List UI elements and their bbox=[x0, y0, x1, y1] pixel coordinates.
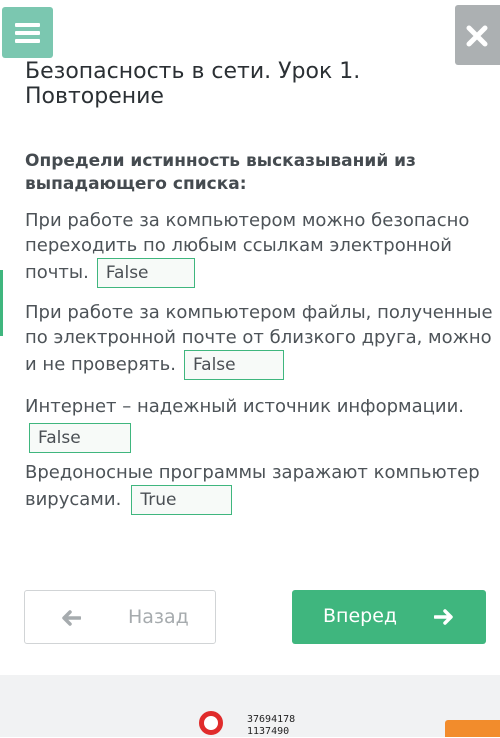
answer-dropdown-4[interactable]: True bbox=[131, 485, 233, 515]
statement-4: Вредоносные программы заражают компьютер… bbox=[25, 460, 495, 515]
statement-text: Вредоносные программы заражают компьютер… bbox=[25, 462, 480, 510]
progress-marker bbox=[0, 270, 3, 336]
arrow-left-icon bbox=[62, 610, 81, 626]
answer-dropdown-2[interactable]: False bbox=[183, 350, 284, 380]
back-button[interactable]: Назад bbox=[24, 590, 216, 644]
answer-dropdown-3[interactable]: False bbox=[29, 423, 131, 453]
close-button[interactable] bbox=[455, 5, 500, 65]
hamburger-menu-icon bbox=[15, 23, 40, 27]
back-button-label: Назад bbox=[128, 606, 189, 628]
page-title: Безопасность в сети. Урок 1. Повторение bbox=[25, 59, 361, 109]
question-prompt: Определи истинность высказываний из выпа… bbox=[25, 151, 416, 194]
statement-text: При работе за компьютером можно безопасн… bbox=[25, 210, 470, 283]
statement-1: При работе за компьютером можно безопасн… bbox=[25, 208, 495, 288]
next-button-label: Вперед bbox=[323, 605, 398, 627]
close-x-icon bbox=[466, 25, 488, 47]
hamburger-menu-icon-bar bbox=[15, 39, 40, 43]
statement-2: При работе за компьютером файлы, получен… bbox=[25, 300, 495, 380]
answer-dropdown-1[interactable]: False bbox=[96, 258, 195, 288]
statement-3: Интернет – надежный источник информации.… bbox=[25, 394, 495, 453]
menu-button[interactable] bbox=[2, 7, 53, 58]
arrow-right-icon bbox=[434, 609, 453, 625]
ad-button[interactable] bbox=[445, 720, 500, 737]
hamburger-menu-icon-bar bbox=[15, 31, 40, 35]
statement-text: Интернет – надежный источник информации. bbox=[25, 396, 464, 417]
ad-logo bbox=[199, 711, 223, 735]
next-button[interactable]: Вперед bbox=[292, 590, 486, 644]
ad-numbers: 37694178 1137490 bbox=[247, 714, 296, 737]
